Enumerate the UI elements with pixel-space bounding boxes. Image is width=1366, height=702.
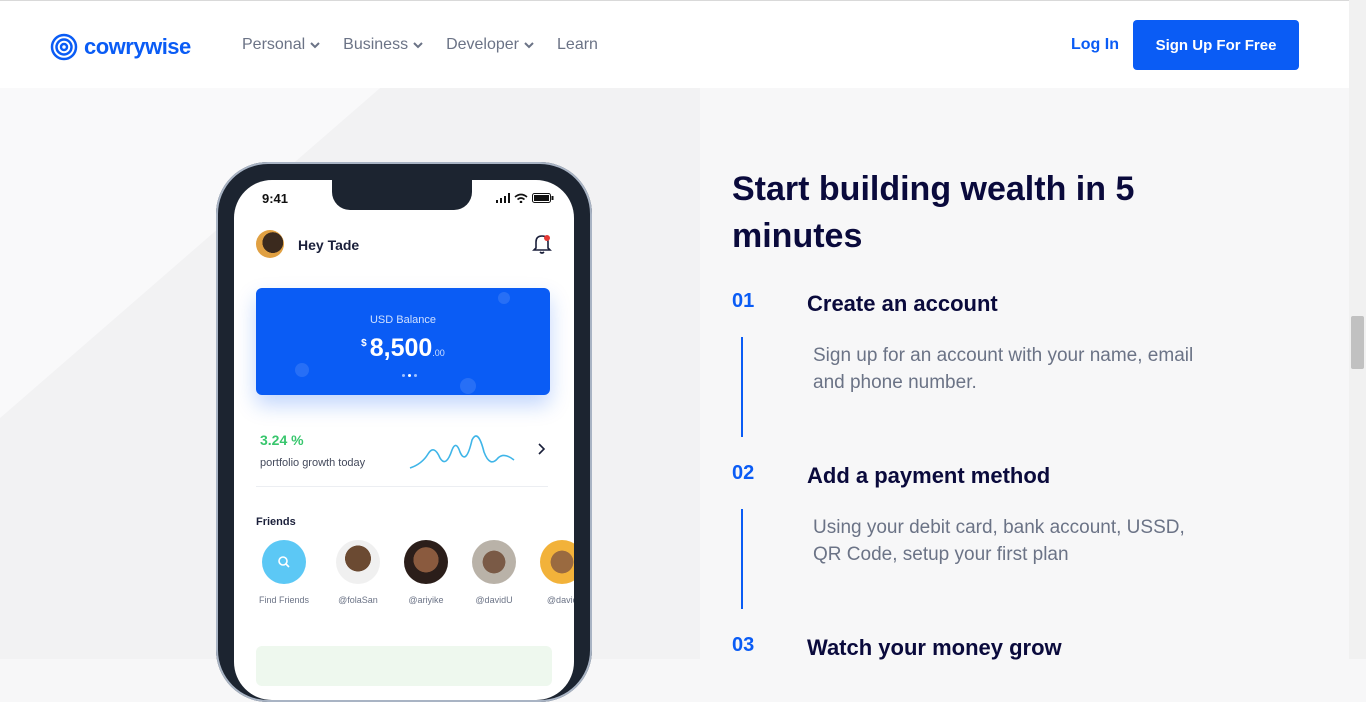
main-nav: Personal Business Developer Learn — [242, 36, 598, 54]
step-number: 01 — [732, 290, 755, 312]
currency-symbol: $ — [361, 338, 367, 349]
nav-label: Business — [343, 36, 409, 53]
chevron-down-icon — [524, 42, 534, 49]
phone-screen: 9:41 Hey Tade USD Balance $8,500.00 3.24… — [234, 180, 574, 700]
wifi-icon — [514, 193, 528, 203]
friend-avatar — [540, 540, 574, 584]
search-icon — [278, 556, 290, 568]
login-link[interactable]: Log In — [1071, 36, 1119, 54]
bottom-card — [256, 646, 552, 686]
balance-card[interactable]: USD Balance $8,500.00 — [256, 288, 550, 395]
step-description: Sign up for an account with your name, e… — [813, 345, 1194, 393]
site-header: cowrywise Personal Business Developer Le… — [0, 1, 1349, 88]
nav-label: Personal — [242, 36, 306, 53]
signup-button[interactable]: Sign Up For Free — [1133, 20, 1299, 70]
friend-item[interactable]: @davidU — [464, 540, 524, 605]
balance-cents: .00 — [432, 348, 445, 358]
brand-logo[interactable]: cowrywise — [50, 33, 191, 61]
brand-name: cowrywise — [84, 34, 191, 59]
friend-avatar — [404, 540, 448, 584]
nav-developer[interactable]: Developer — [446, 36, 535, 54]
signal-icon — [496, 193, 510, 203]
balance-label: USD Balance — [369, 314, 437, 326]
status-time: 9:41 — [262, 191, 289, 206]
phone-mockup: 9:41 Hey Tade USD Balance $8,500.00 3.24… — [216, 162, 592, 702]
growth-label: portfolio growth today — [260, 457, 366, 469]
friend-name: @ariyike — [408, 595, 444, 605]
friend-name: @folaSan — [338, 595, 378, 605]
friend-avatar — [336, 540, 380, 584]
step-title: Add a payment method — [807, 463, 1051, 488]
friend-name: @davidU — [475, 595, 513, 605]
nav-label: Developer — [446, 36, 520, 53]
balance-amount: $8,500.00 — [256, 334, 550, 363]
notification-bell-icon[interactable] — [532, 233, 552, 255]
phone-notch — [332, 180, 472, 210]
greeting-text: Hey Tade — [298, 237, 360, 253]
step-number: 03 — [732, 634, 755, 656]
divider — [256, 486, 548, 487]
friend-name: Find Friends — [258, 595, 310, 605]
step-number: 02 — [732, 462, 755, 484]
cowrywise-logo-icon — [50, 33, 78, 61]
status-icons — [496, 193, 554, 203]
friend-item[interactable]: @ariyike — [396, 540, 456, 605]
friends-title: Friends — [256, 516, 296, 528]
find-friends-button[interactable] — [262, 540, 306, 584]
nav-label: Learn — [557, 36, 598, 53]
nav-learn[interactable]: Learn — [557, 36, 598, 54]
section-headline: Start building wealth in 5 minutes — [732, 170, 1135, 255]
balance-value: 8,500 — [369, 334, 433, 362]
user-avatar[interactable] — [256, 230, 284, 258]
nav-personal[interactable]: Personal — [242, 36, 321, 54]
friend-item[interactable]: @davic — [532, 540, 574, 605]
friend-item[interactable]: @folaSan — [328, 540, 388, 605]
friend-avatar — [472, 540, 516, 584]
chevron-down-icon — [310, 42, 320, 49]
growth-value: 3.24 % — [260, 432, 304, 448]
step-description: Using your debit card, bank account, USS… — [813, 517, 1185, 565]
scrollbar-thumb[interactable] — [1351, 316, 1364, 369]
chevron-down-icon — [413, 42, 423, 49]
step-title: Watch your money grow — [807, 635, 1062, 660]
card-pagination — [402, 374, 417, 377]
step-connector — [741, 337, 743, 437]
growth-sparkline — [409, 435, 515, 469]
chevron-right-icon[interactable] — [536, 442, 546, 456]
step-connector — [741, 509, 743, 609]
friend-name: @davic — [546, 595, 574, 605]
step-title: Create an account — [807, 291, 998, 316]
nav-business[interactable]: Business — [343, 36, 424, 54]
friend-find[interactable]: Find Friends — [254, 540, 314, 605]
battery-icon — [532, 193, 554, 203]
